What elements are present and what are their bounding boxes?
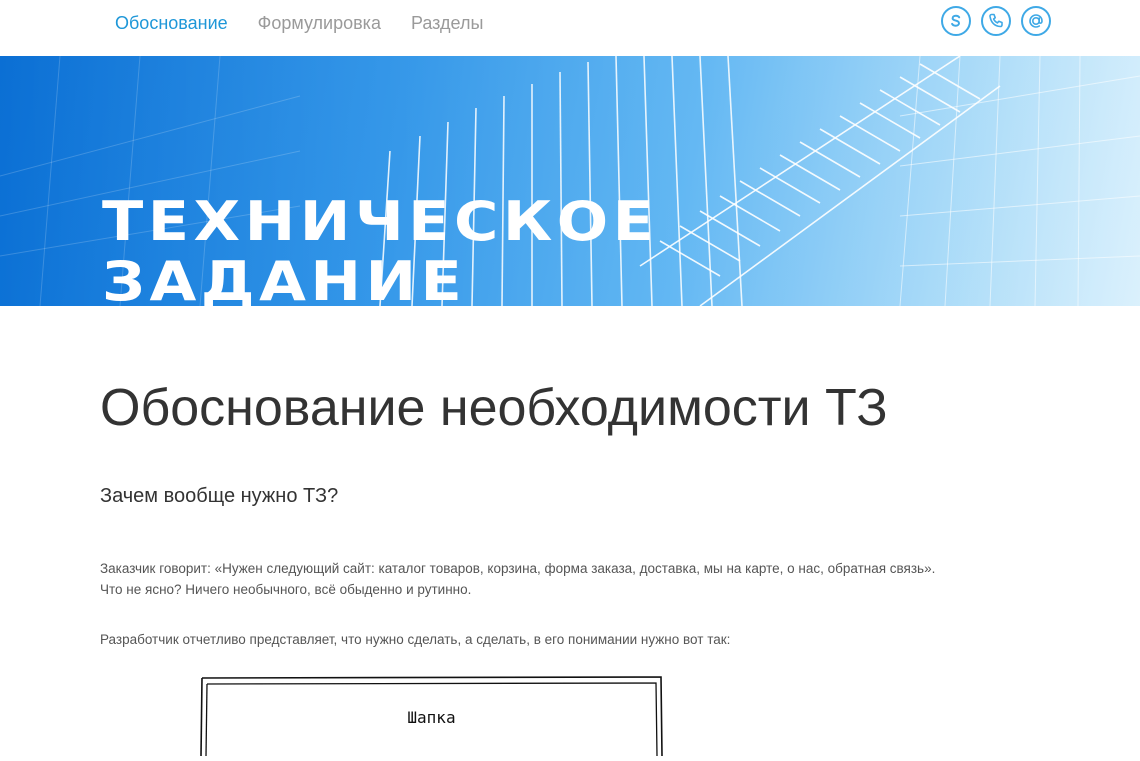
email-button[interactable] [1021,6,1051,36]
contact-links [941,6,1051,36]
paragraph-line: Заказчик говорит: «Нужен следующий сайт:… [100,561,936,576]
paragraph-customer-request: Заказчик говорит: «Нужен следующий сайт:… [100,558,1000,600]
main-nav: Обоснование Формулировка Разделы [115,12,513,34]
hero-banner: Техническое Задание [0,56,1140,306]
nav-item-justification[interactable]: Обоснование [115,12,228,34]
nav-item-formulation[interactable]: Формулировка [258,12,381,34]
hero-title-line1: Техническое [102,190,659,254]
wireframe-sketch: Шапка [200,676,663,757]
phone-icon [989,13,1003,28]
paragraph-developer-view: Разработчик отчетливо представляет, что … [100,632,731,647]
main-content: Обоснование необходимости ТЗ Зачем вообщ… [100,306,1000,650]
sketch-header-label: Шапка [407,708,456,727]
skype-icon [951,14,961,27]
hero-title-line2: Задание [102,250,467,306]
paragraph-line: Что не ясно? Ничего необычного, всё обыд… [100,582,472,597]
page-title: Обоснование необходимости ТЗ [100,379,888,437]
email-icon [1029,14,1043,28]
section-subtitle: Зачем вообще нужно ТЗ? [100,485,339,507]
hero-title: Техническое Задание [102,192,658,306]
phone-button[interactable] [981,6,1011,36]
skype-button[interactable] [941,6,971,36]
nav-item-sections[interactable]: Разделы [411,12,483,34]
top-navbar: Обоснование Формулировка Разделы [0,0,1140,56]
